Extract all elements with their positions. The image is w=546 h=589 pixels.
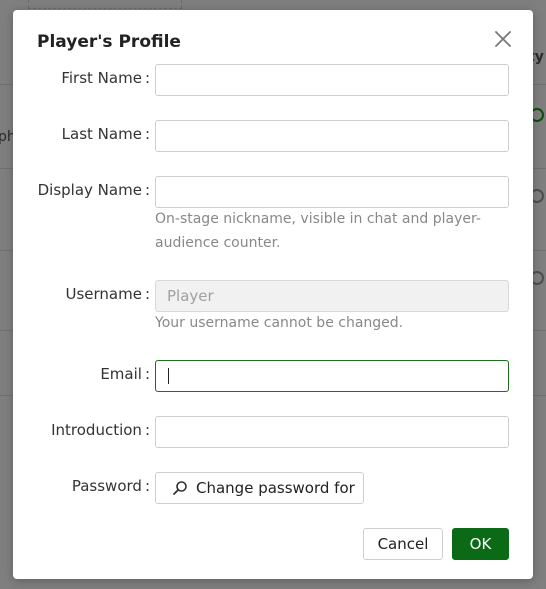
background-search-box (28, 0, 182, 9)
introduction-label: Introduction: (51, 421, 150, 439)
close-icon (495, 31, 511, 47)
search-icon (172, 480, 188, 496)
change-password-label: Change password for (196, 479, 355, 497)
dialog-title: Player's Profile (37, 32, 181, 52)
text-cursor (168, 368, 169, 384)
first-name-label: First Name: (61, 69, 150, 87)
close-button[interactable] (492, 28, 514, 50)
ok-button[interactable]: OK (452, 528, 509, 560)
last-name-label: Last Name: (61, 125, 150, 143)
username-label: Username: (65, 285, 150, 303)
email-input[interactable] (155, 360, 509, 392)
display-name-help: On-stage nickname, visible in chat and p… (155, 211, 481, 251)
password-label: Password: (71, 477, 150, 495)
display-name-input[interactable] (155, 176, 509, 208)
first-name-input[interactable] (155, 64, 509, 96)
display-name-label: Display Name: (37, 181, 150, 199)
email-label: Email: (100, 365, 150, 383)
username-help: Your username cannot be changed. (155, 315, 404, 331)
change-password-button[interactable]: Change password for (155, 472, 364, 504)
username-input (155, 280, 509, 312)
introduction-input[interactable] (155, 416, 509, 448)
last-name-input[interactable] (155, 120, 509, 152)
cancel-button[interactable]: Cancel (363, 528, 443, 560)
profile-dialog: Player's Profile First Name: Last Name: … (13, 10, 533, 579)
